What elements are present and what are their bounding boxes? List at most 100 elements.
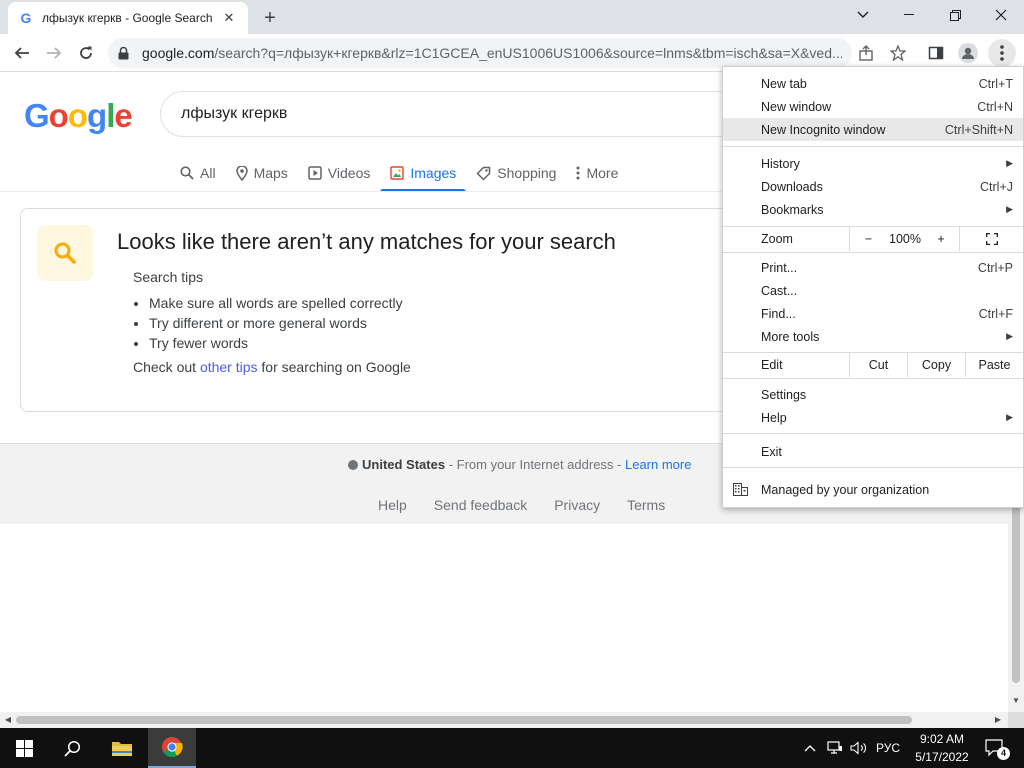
menu-item-settings[interactable]: Settings [723, 383, 1023, 406]
tab-videos[interactable]: Videos [298, 155, 381, 191]
tag-icon [476, 166, 491, 181]
bookmark-star-icon[interactable] [884, 39, 912, 67]
footer-links: Help Send feedback Privacy Terms [378, 497, 692, 513]
menu-item-new-tab[interactable]: New tab Ctrl+T [723, 72, 1023, 95]
more-vertical-icon [576, 166, 580, 180]
submenu-arrow-icon: ▶ [1006, 412, 1013, 422]
search-magnifier-icon [37, 225, 93, 281]
list-item: Try fewer words [149, 333, 403, 353]
minimize-button[interactable] [886, 0, 932, 30]
restore-button[interactable] [932, 0, 978, 30]
menu-item-more-tools[interactable]: More tools ▶ [723, 325, 1023, 348]
tab-shopping[interactable]: Shopping [466, 155, 566, 191]
network-icon[interactable] [824, 728, 846, 768]
menu-separator [723, 467, 1023, 468]
tab-search-icon[interactable] [840, 0, 886, 30]
menu-item-managed-by-organization[interactable]: Managed by your organization [723, 478, 1023, 501]
horizontal-scroll-thumb[interactable] [16, 716, 912, 724]
list-item: Make sure all words are spelled correctl… [149, 293, 403, 313]
learn-more-link[interactable]: Learn more [625, 457, 691, 472]
chrome-menu-button[interactable] [988, 39, 1016, 67]
cut-button[interactable]: Cut [849, 353, 907, 377]
tab-all[interactable]: All [170, 155, 226, 191]
map-pin-icon [235, 165, 248, 181]
back-button[interactable] [8, 39, 36, 67]
notification-count-badge: 4 [997, 747, 1010, 760]
scroll-down-icon[interactable]: ▼ [1012, 697, 1020, 705]
other-tips-text: Check out other tips for searching on Go… [133, 359, 411, 375]
tab-images[interactable]: Images [380, 155, 467, 192]
submenu-arrow-icon: ▶ [1006, 204, 1013, 214]
search-tabs: All Maps Videos Images Shopping More [170, 155, 628, 192]
paste-button[interactable]: Paste [965, 353, 1023, 377]
close-window-button[interactable] [978, 0, 1024, 30]
country-name: United States [362, 457, 446, 472]
location-line: United States - From your Internet addre… [348, 457, 691, 472]
fullscreen-icon[interactable] [959, 227, 1023, 251]
scrollbar-corner [1008, 712, 1024, 728]
footer-link-terms[interactable]: Terms [627, 497, 665, 513]
url-text: google.com/search?q=лфызук+кгеркв&rlz=1C… [142, 45, 842, 61]
menu-item-history[interactable]: History ▶ [723, 152, 1023, 175]
menu-item-print[interactable]: Print... Ctrl+P [723, 256, 1023, 279]
menu-item-exit[interactable]: Exit [723, 440, 1023, 463]
windows-start-icon[interactable] [0, 728, 48, 768]
no-results-card: Looks like there aren’t any matches for … [20, 208, 780, 412]
taskbar-clock[interactable]: 9:02 AM 5/17/2022 [906, 730, 978, 766]
menu-item-find[interactable]: Find... Ctrl+F [723, 302, 1023, 325]
menu-item-bookmarks[interactable]: Bookmarks ▶ [723, 198, 1023, 221]
file-explorer-icon[interactable] [98, 728, 146, 768]
google-favicon-icon: G [20, 10, 32, 26]
copy-button[interactable]: Copy [907, 353, 965, 377]
menu-item-help[interactable]: Help ▶ [723, 406, 1023, 429]
search-tips-list: Make sure all words are spelled correctl… [149, 293, 403, 353]
menu-item-downloads[interactable]: Downloads Ctrl+J [723, 175, 1023, 198]
volume-icon[interactable] [848, 728, 870, 768]
horizontal-scrollbar[interactable]: ◀ ▶ [0, 712, 1008, 728]
location-dot-icon [348, 459, 358, 470]
scroll-right-icon[interactable]: ▶ [994, 716, 1002, 724]
zoom-level: 100% [889, 232, 921, 246]
lock-icon[interactable] [118, 46, 132, 60]
input-language-indicator[interactable]: РУС [872, 728, 904, 768]
taskbar-search-icon[interactable] [48, 728, 96, 768]
windows-taskbar: РУС 9:02 AM 5/17/2022 4 [0, 728, 1024, 768]
tab-more[interactable]: More [566, 155, 628, 191]
search-icon [180, 166, 194, 180]
list-item: Try different or more general words [149, 313, 403, 333]
search-tips-heading: Search tips [133, 269, 204, 285]
notifications-icon[interactable]: 4 [980, 728, 1010, 768]
chrome-menu: New tab Ctrl+T New window Ctrl+N New Incog… [722, 66, 1024, 508]
profile-avatar-icon[interactable] [954, 39, 982, 67]
new-tab-button[interactable]: + [258, 6, 282, 30]
building-icon [733, 483, 748, 499]
address-bar[interactable]: google.com/search?q=лфызук+кгеркв&rlz=1C… [108, 38, 852, 68]
google-logo[interactable]: Google [24, 97, 133, 135]
footer-link-privacy[interactable]: Privacy [554, 497, 600, 513]
zoom-in-button[interactable]: + [923, 227, 959, 251]
footer-link-help[interactable]: Help [378, 497, 407, 513]
other-tips-link[interactable]: other tips [200, 359, 258, 375]
scroll-left-icon[interactable]: ◀ [4, 716, 12, 724]
reload-button[interactable] [72, 39, 100, 67]
show-hidden-icons-icon[interactable] [800, 728, 820, 768]
menu-separator [723, 433, 1023, 434]
footer-link-send-feedback[interactable]: Send feedback [434, 497, 527, 513]
menu-separator [723, 252, 1023, 253]
tab-maps[interactable]: Maps [226, 155, 298, 191]
menu-item-new-window[interactable]: New window Ctrl+N [723, 95, 1023, 118]
zoom-out-button[interactable]: − [849, 227, 887, 251]
tab-strip: G лфызук кгеркв - Google Search ✕ + [0, 0, 1024, 34]
share-icon[interactable] [852, 39, 880, 67]
menu-edit-row: Edit Cut Copy Paste [723, 353, 1023, 377]
forward-button[interactable] [40, 39, 68, 67]
side-panel-icon[interactable] [922, 39, 950, 67]
image-icon [390, 166, 405, 180]
submenu-arrow-icon: ▶ [1006, 331, 1013, 341]
chrome-taskbar-icon[interactable] [148, 728, 196, 768]
play-icon [308, 166, 322, 180]
close-tab-icon[interactable]: ✕ [220, 9, 238, 27]
menu-item-new-incognito-window[interactable]: New Incognito window Ctrl+Shift+N [723, 118, 1023, 141]
browser-tab[interactable]: G лфызук кгеркв - Google Search ✕ [8, 2, 248, 34]
menu-item-cast[interactable]: Cast... [723, 279, 1023, 302]
